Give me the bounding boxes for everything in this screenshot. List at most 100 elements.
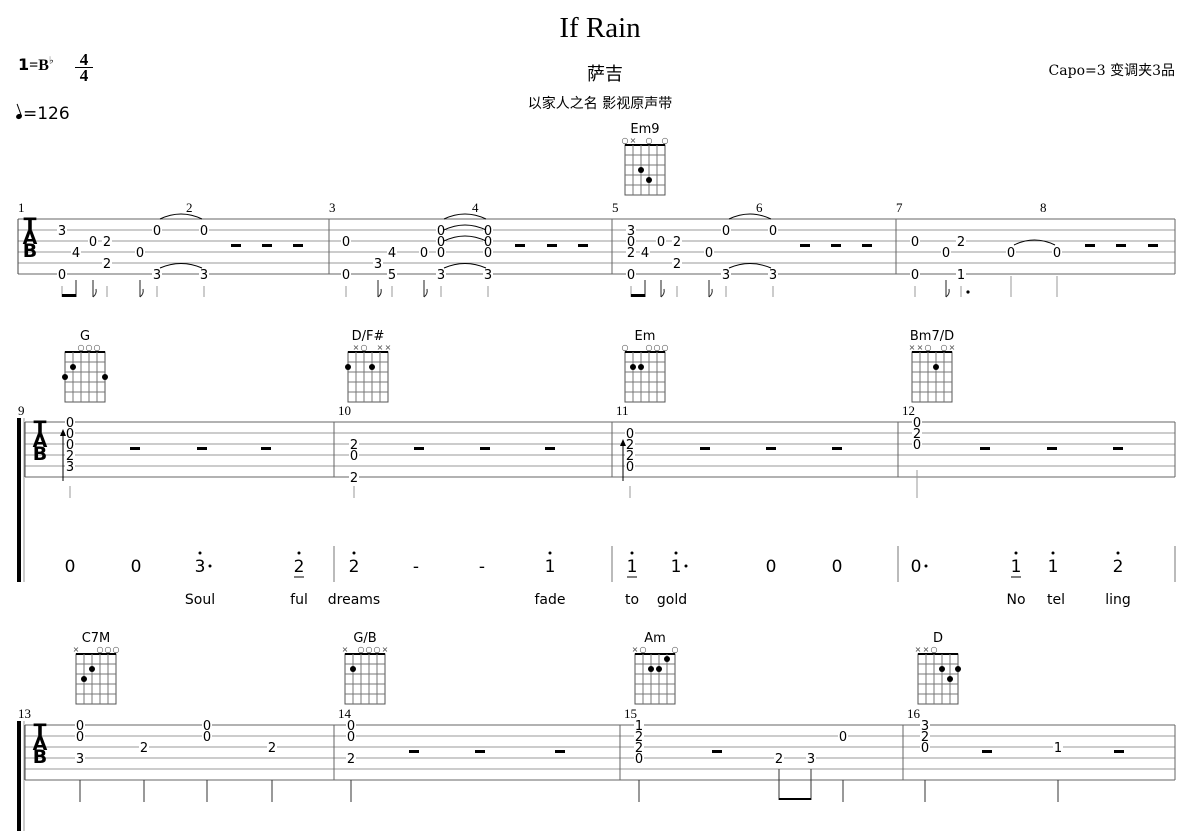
finger-dot-icon: [369, 364, 375, 370]
fret-number: 0: [203, 730, 211, 745]
fret-number: 0: [705, 246, 713, 261]
open-string-icon: ○: [640, 645, 647, 654]
open-string-icon: ○: [646, 136, 653, 145]
beam: [631, 294, 645, 297]
open-string-icon: ○: [113, 645, 120, 654]
tie-arc: [443, 224, 487, 231]
lyric-syllable: to: [625, 592, 639, 608]
open-string-icon: ○: [361, 343, 368, 352]
system-bracket: [17, 721, 21, 831]
open-string-icon: ○: [622, 343, 629, 352]
measure-number: 11: [616, 403, 629, 418]
open-string-icon: ○: [105, 645, 112, 654]
jianpu-note: 1: [1048, 557, 1059, 577]
rest-mark: [231, 244, 241, 247]
muted-string-icon: ×: [949, 343, 956, 352]
measure-number: 10: [338, 403, 351, 418]
measure-number: 8: [1040, 200, 1047, 215]
open-string-icon: ○: [646, 343, 653, 352]
measure-number: 1: [18, 200, 25, 215]
chord-grid: [911, 351, 953, 403]
fret-number: 0: [942, 246, 950, 261]
finger-dot-icon: [638, 364, 644, 370]
jianpu-note: -: [479, 557, 485, 577]
open-string-icon: ○: [672, 645, 679, 654]
tie-arc: [443, 235, 487, 242]
fret-number: 0: [1007, 246, 1015, 261]
chord-name: D/F#: [352, 329, 385, 344]
fret-number: 2: [673, 235, 681, 250]
lyric-syllable: fade: [534, 592, 565, 608]
jianpu-note: 1: [1011, 557, 1022, 577]
fret-number: 3: [722, 268, 730, 283]
rest-mark: [547, 244, 557, 247]
fret-number: 0: [921, 741, 929, 756]
fret-number: 0: [839, 730, 847, 745]
muted-string-icon: ×: [917, 343, 924, 352]
fret-number: 3: [200, 268, 208, 283]
rest-mark: [414, 447, 424, 450]
augmentation-dot-icon: [208, 564, 212, 568]
fret-number: 2: [673, 257, 681, 272]
measure-number: 16: [907, 706, 921, 721]
octave-dot-icon: [548, 551, 552, 555]
rest-mark: [197, 447, 207, 450]
lyric-syllable: dreams: [328, 592, 380, 608]
finger-dot-icon: [70, 364, 76, 370]
jianpu-note: 1: [545, 557, 556, 577]
open-string-icon: ○: [86, 343, 93, 352]
chord-grid: [624, 144, 666, 196]
open-string-icon: ○: [94, 343, 101, 352]
fret-number: 0: [200, 224, 208, 239]
open-string-icon: ○: [358, 645, 365, 654]
rest-mark: [475, 750, 485, 753]
octave-dot-icon: [1116, 551, 1120, 555]
tie-arc: [443, 213, 487, 220]
measure-number: 6: [756, 200, 763, 215]
fret-number: 0: [626, 460, 634, 475]
rest-mark: [700, 447, 710, 450]
finger-dot-icon: [89, 666, 95, 672]
fret-number: 4: [72, 246, 80, 261]
open-string-icon: ○: [662, 136, 669, 145]
fret-number: 0: [1053, 246, 1061, 261]
open-string-icon: ○: [622, 136, 629, 145]
open-string-icon: ○: [931, 645, 938, 654]
fret-number: 0: [437, 246, 445, 261]
fret-number: 0: [635, 752, 643, 767]
tab-clef-b: B: [33, 746, 47, 768]
muted-string-icon: ×: [909, 343, 916, 352]
tab-clef-b: B: [23, 240, 37, 262]
fret-number: 3: [769, 268, 777, 283]
fret-number: 0: [350, 449, 358, 464]
fret-number: 2: [103, 235, 111, 250]
lyric-syllable: gold: [657, 592, 687, 608]
finger-dot-icon: [345, 364, 351, 370]
fret-number: 0: [769, 224, 777, 239]
fret-number: 2: [350, 471, 358, 486]
tie-arc: [728, 263, 772, 269]
fret-number: 0: [342, 235, 350, 250]
chord-name: D: [933, 631, 943, 646]
fret-number: 2: [347, 752, 355, 767]
chord-name: C7M: [82, 631, 111, 646]
rest-mark: [831, 244, 841, 247]
fret-number: 3: [153, 268, 161, 283]
fret-number: 3: [484, 268, 492, 283]
octave-dot-icon: [1051, 551, 1055, 555]
fret-number: 4: [641, 246, 649, 261]
fret-number: 0: [484, 246, 492, 261]
chord-name: Em: [635, 329, 656, 344]
fret-number: 0: [136, 246, 144, 261]
fret-number: 0: [913, 438, 921, 453]
fret-number: 0: [89, 235, 97, 250]
jianpu-note: 0: [131, 557, 142, 577]
finger-dot-icon: [947, 676, 953, 682]
tab-clef-b: B: [33, 443, 47, 465]
rest-mark: [712, 750, 722, 753]
muted-string-icon: ×: [923, 645, 930, 654]
rest-mark: [832, 447, 842, 450]
tie-arc: [443, 263, 487, 269]
fret-number: 3: [58, 224, 66, 239]
jianpu-note: 2: [294, 557, 305, 577]
